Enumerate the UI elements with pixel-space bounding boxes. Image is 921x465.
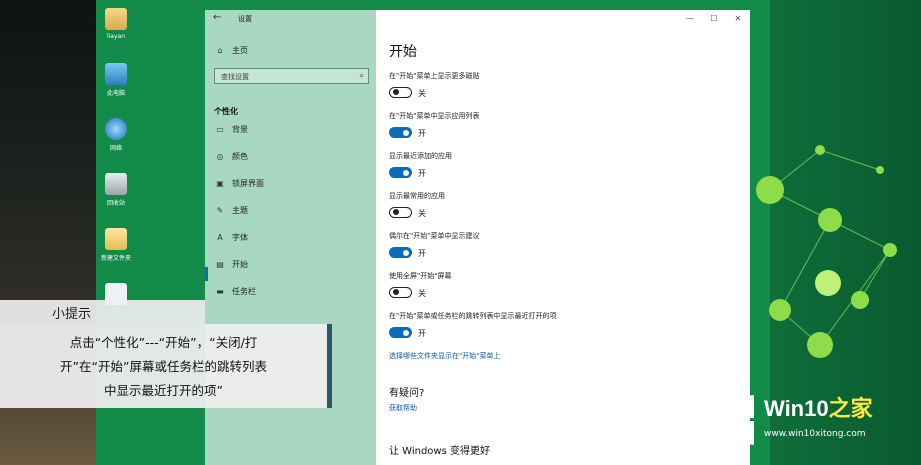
recycle-bin-icon xyxy=(105,173,127,195)
tip-body: 点击“个性化”---“开始”，“关闭/打 开”在“开始”屏幕或任务栏的跳转列表 … xyxy=(0,324,332,408)
network-icon xyxy=(105,118,127,140)
toggle-state-text: 关 xyxy=(418,289,426,298)
nav-item-label: 颜色 xyxy=(232,152,248,161)
desktop-icon-new-folder[interactable]: 新建文件夹 xyxy=(99,228,133,262)
desktop-icon-network[interactable]: 网络 xyxy=(99,118,133,152)
toggle-state-text: 开 xyxy=(418,249,426,258)
tip-line: 点击“个性化”---“开始”，“关闭/打 xyxy=(69,335,258,350)
toggle-knob xyxy=(393,89,399,95)
windows-logo-icon xyxy=(694,395,754,445)
watermark-title-cn: 之家 xyxy=(828,396,873,421)
nav-item-background[interactable]: ▭ 背景 xyxy=(214,124,248,135)
lock-screen-icon: ▣ xyxy=(216,179,224,188)
search-icon: ⌕ xyxy=(359,71,364,80)
toggle-state-text: 开 xyxy=(418,129,426,138)
nav-item-label: 开始 xyxy=(232,260,248,269)
nav-item-fonts[interactable]: A 字体 xyxy=(214,232,248,243)
toggle-state-text: 关 xyxy=(418,89,426,98)
option-label-more-tiles: 在"开始"菜单上显示更多磁贴 xyxy=(389,72,480,80)
watermark: Win10之家 www.win10xitong.com xyxy=(688,387,921,453)
nav-item-taskbar[interactable]: ▬ 任务栏 xyxy=(214,286,256,297)
active-indicator xyxy=(205,267,208,281)
toggle-knob xyxy=(403,169,409,176)
tip-overlay: 小提示 点击“个性化”---“开始”，“关闭/打 开”在“开始”屏幕或任务栏的跳… xyxy=(0,300,332,408)
option-label-recent-items: 在"开始"菜单或任务栏的跳转列表中显示最近打开的项 xyxy=(389,312,557,320)
toggle-state-text: 关 xyxy=(418,209,426,218)
get-help-link[interactable]: 获取帮助 xyxy=(389,403,417,413)
computer-icon xyxy=(105,63,127,85)
taskbar-icon: ▬ xyxy=(216,287,224,296)
nav-item-label: 主页 xyxy=(232,46,248,55)
option-label-full-screen: 使用全屏"开始"屏幕 xyxy=(389,272,452,280)
toggle-recent-items[interactable] xyxy=(389,327,412,338)
wallpaper-decoration xyxy=(756,145,897,358)
make-windows-better-heading: 让 Windows 变得更好 xyxy=(389,446,490,457)
nav-item-lock-screen[interactable]: ▣ 锁屏界面 xyxy=(214,178,264,189)
toggle-state-text: 开 xyxy=(418,329,426,338)
folder-icon xyxy=(105,228,127,250)
toggle-state-text: 开 xyxy=(418,169,426,178)
minimize-button[interactable]: — xyxy=(678,10,702,28)
start-icon: ▤ xyxy=(216,260,224,269)
tip-accent-bar xyxy=(327,324,332,408)
nav-item-label: 背景 xyxy=(232,125,248,134)
toggle-knob xyxy=(403,129,409,136)
nav-item-themes[interactable]: ✎ 主题 xyxy=(214,205,248,216)
user-folder-icon xyxy=(105,8,127,30)
back-arrow-icon[interactable]: ← xyxy=(213,12,221,23)
close-button[interactable]: ✕ xyxy=(726,10,750,28)
tip-header: 小提示 xyxy=(0,300,205,324)
toggle-knob xyxy=(393,209,399,215)
nav-item-label: 字体 xyxy=(232,233,248,242)
toggle-full-screen[interactable] xyxy=(389,287,412,298)
toggle-knob xyxy=(393,289,399,295)
font-icon: A xyxy=(217,233,223,242)
desktop-icon-this-pc[interactable]: 此电脑 xyxy=(99,63,133,97)
nav-item-label: 锁屏界面 xyxy=(232,179,264,188)
watermark-title: Win10之家 xyxy=(764,391,873,423)
nav-item-colors[interactable]: ◎ 颜色 xyxy=(214,151,249,162)
search-input[interactable]: 查找设置 ⌕ xyxy=(214,68,369,84)
section-title: 个性化 xyxy=(214,107,238,116)
toggle-knob xyxy=(403,249,409,256)
window-title: 设置 xyxy=(238,15,252,23)
toggle-app-list[interactable] xyxy=(389,127,412,138)
nav-item-home[interactable]: ⌂ 主页 xyxy=(214,45,248,56)
home-icon: ⌂ xyxy=(217,46,223,55)
picture-icon: ▭ xyxy=(216,125,224,134)
toggle-suggestions[interactable] xyxy=(389,247,412,258)
toggle-knob xyxy=(403,329,409,336)
window-controls: — ☐ ✕ xyxy=(678,10,750,28)
toggle-more-tiles[interactable] xyxy=(389,87,412,98)
nav-item-start[interactable]: ▤ 开始 xyxy=(214,259,248,270)
choose-folders-link[interactable]: 选择哪些文件夹显示在"开始"菜单上 xyxy=(389,351,500,361)
option-label-app-list: 在"开始"菜单中显示应用列表 xyxy=(389,112,480,120)
option-label-most-used: 显示最常用的应用 xyxy=(389,192,445,200)
search-placeholder: 查找设置 xyxy=(221,73,249,81)
page-title: 开始 xyxy=(389,44,417,60)
watermark-title-latin: Win10 xyxy=(764,396,829,421)
question-heading: 有疑问? xyxy=(389,388,425,399)
toggle-recently-added[interactable] xyxy=(389,167,412,178)
brush-icon: ✎ xyxy=(216,206,224,215)
nav-item-label: 主题 xyxy=(232,206,248,215)
tip-heading: 小提示 xyxy=(52,307,92,322)
maximize-button[interactable]: ☐ xyxy=(702,10,726,28)
option-label-suggestions: 偶尔在"开始"菜单中显示建议 xyxy=(389,232,480,240)
desktop-icon-recycle-bin[interactable]: 回收站 xyxy=(99,173,133,207)
watermark-url: www.win10xitong.com xyxy=(764,429,866,439)
desktop-icon-user[interactable]: liayan xyxy=(99,8,133,40)
palette-icon: ◎ xyxy=(216,152,224,161)
toggle-most-used[interactable] xyxy=(389,207,412,218)
nav-item-label: 任务栏 xyxy=(232,287,256,296)
option-label-recently-added: 显示最近添加的应用 xyxy=(389,152,452,160)
tip-line: 开”在“开始”屏幕或任务栏的跳转列表 xyxy=(60,359,267,374)
tip-line: 中显示最近打开的项” xyxy=(104,383,223,398)
